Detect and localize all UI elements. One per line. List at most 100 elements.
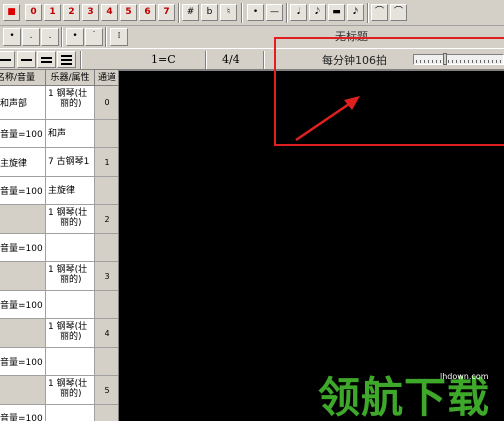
track-channel-cell <box>95 234 118 261</box>
time-signature[interactable]: 4/4 <box>222 53 240 66</box>
sixteenth-note-button[interactable]: 𝅘𝅥𝅯 <box>347 4 364 21</box>
track-name-cell[interactable]: 音量=100 <box>0 234 46 261</box>
instrument-text: 1 钢琴(壮 <box>48 208 88 218</box>
note-3-button[interactable]: 3 <box>82 4 99 21</box>
octave-0-button[interactable]: 0 <box>25 4 42 21</box>
instrument-text: 丽的) <box>60 332 82 342</box>
slur-button[interactable]: ⌒ <box>371 4 388 21</box>
track-instrument-cell[interactable] <box>46 405 95 421</box>
flat-button[interactable]: b <box>201 4 218 21</box>
divider <box>263 51 265 69</box>
rest-button[interactable]: ▬ <box>328 4 345 21</box>
track-row[interactable]: 1 钢琴(壮 丽的) 5 <box>0 376 118 405</box>
toolbar-separator <box>286 3 288 23</box>
track-row[interactable]: 音量=100 <box>0 348 118 376</box>
note-1-button[interactable]: 1 <box>44 4 61 21</box>
track-table: 名称/音量 乐器/属性 通道 和声部1 钢琴(壮丽的)0音量=100和声主旋律7… <box>0 70 119 421</box>
track-name-cell[interactable]: 音量=100 <box>0 177 46 204</box>
natural-button[interactable]: ♮ <box>220 4 237 21</box>
toolbar-separator <box>61 27 63 47</box>
instrument-text: 丽的) <box>60 389 82 399</box>
track-name-cell[interactable]: 音量=100 <box>0 405 46 421</box>
track-instrument-cell[interactable]: 1 钢琴(壮 丽的) <box>46 262 95 290</box>
track-name-cell[interactable]: 主旋律 <box>0 148 46 176</box>
dash-button[interactable]: — <box>266 4 283 21</box>
note-4-button[interactable]: 4 <box>101 4 118 21</box>
track-instrument-cell[interactable]: 和声 <box>46 120 95 147</box>
line-button[interactable] <box>17 51 36 68</box>
track-channel-cell: 4 <box>95 319 118 347</box>
line-icon <box>21 59 32 61</box>
track-name-cell[interactable]: 和声部 <box>0 86 46 119</box>
track-row[interactable]: 音量=100 主旋律 <box>0 177 118 205</box>
column-header-name: 名称/音量 <box>0 70 46 86</box>
track-instrument-cell[interactable] <box>46 234 95 261</box>
note-2-button[interactable]: 2 <box>63 4 80 21</box>
track-channel-cell <box>95 177 118 204</box>
track-channel-cell <box>95 291 118 318</box>
column-header-channel: 通道 <box>97 73 116 83</box>
instrument-text: 主旋律 <box>48 185 76 196</box>
quarter-note-button[interactable]: 𝅘𝅥 <box>290 4 307 21</box>
track-channel-cell: 2 <box>95 205 118 233</box>
track-instrument-cell[interactable]: 1 钢琴(壮 丽的) <box>46 86 95 119</box>
track-name-cell[interactable] <box>0 319 46 347</box>
key-signature[interactable]: 1=C <box>151 53 176 66</box>
dot-above-button[interactable]: • <box>3 28 21 46</box>
track-instrument-cell[interactable] <box>46 291 95 318</box>
track-name-cell[interactable] <box>0 376 46 404</box>
track-name-cell[interactable] <box>0 205 46 233</box>
track-channel-cell <box>95 405 118 421</box>
triple-line-icon <box>61 55 72 57</box>
track-row[interactable]: 1 钢琴(壮 丽的) 3 <box>0 262 118 291</box>
track-row[interactable]: 音量=100 和声 <box>0 120 118 148</box>
track-name-cell[interactable]: 音量=100 <box>0 120 46 147</box>
track-name-cell[interactable]: 音量=100 <box>0 291 46 318</box>
dot-below-button[interactable]: . <box>22 28 40 46</box>
note-6-button[interactable]: 6 <box>139 4 156 21</box>
track-instrument-cell[interactable]: 7 古钢琴1 <box>46 148 95 176</box>
note-7-button[interactable]: 7 <box>158 4 175 21</box>
instrument-text: 1 钢琴(壮 <box>48 265 88 275</box>
track-row[interactable]: 音量=100 <box>0 291 118 319</box>
triple-line-icon <box>61 63 72 65</box>
track-instrument-cell[interactable]: 1 钢琴(壮 丽的) <box>46 376 95 404</box>
track-channel-cell: 5 <box>95 376 118 404</box>
color-black-button[interactable]: ■ <box>3 4 20 21</box>
toolbar-separator <box>178 3 180 23</box>
note-5-button[interactable]: 5 <box>120 4 137 21</box>
track-name-cell[interactable] <box>0 262 46 290</box>
track-channel-cell <box>95 348 118 375</box>
track-row[interactable]: 和声部 1 钢琴(壮 丽的) 0 <box>0 86 118 120</box>
instrument-text: 和声 <box>48 128 67 139</box>
track-instrument-cell[interactable]: 1 钢琴(壮 丽的) <box>46 319 95 347</box>
toolbar-separator <box>105 27 107 47</box>
track-row[interactable]: 音量=100 <box>0 405 118 421</box>
triple-line-button[interactable] <box>57 51 76 68</box>
toolbar-separator <box>367 3 369 23</box>
repeat-dots-button[interactable]: ⁞ <box>110 28 128 46</box>
track-channel-cell <box>95 120 118 147</box>
instrument-text: 丽的) <box>60 99 82 109</box>
double-dot-below-button[interactable]: . <box>41 28 59 46</box>
tie-button[interactable]: ⌒ <box>390 4 407 21</box>
divider <box>205 51 207 69</box>
track-instrument-cell[interactable] <box>46 348 95 375</box>
double-dot-above-button[interactable]: ˙ <box>85 28 103 46</box>
staccato-button[interactable]: • <box>66 28 84 46</box>
eighth-note-button[interactable]: 𝅘𝅥𝅮 <box>309 4 326 21</box>
dot-button[interactable]: • <box>247 4 264 21</box>
track-row[interactable]: 1 钢琴(壮 丽的) 4 <box>0 319 118 348</box>
toolbar-separator <box>241 3 243 23</box>
double-line-button[interactable] <box>37 51 56 68</box>
single-line-button[interactable] <box>0 51 15 68</box>
sharp-button[interactable]: # <box>182 4 199 21</box>
track-row[interactable]: 音量=100 <box>0 234 118 262</box>
track-row[interactable]: 主旋律 7 古钢琴1 1 <box>0 148 118 177</box>
track-row[interactable]: 1 钢琴(壮 丽的) 2 <box>0 205 118 234</box>
instrument-text: 丽的) <box>60 275 82 285</box>
track-name-cell[interactable]: 音量=100 <box>0 348 46 375</box>
track-instrument-cell[interactable]: 1 钢琴(壮 丽的) <box>46 205 95 233</box>
single-line-icon <box>0 59 11 61</box>
track-instrument-cell[interactable]: 主旋律 <box>46 177 95 204</box>
